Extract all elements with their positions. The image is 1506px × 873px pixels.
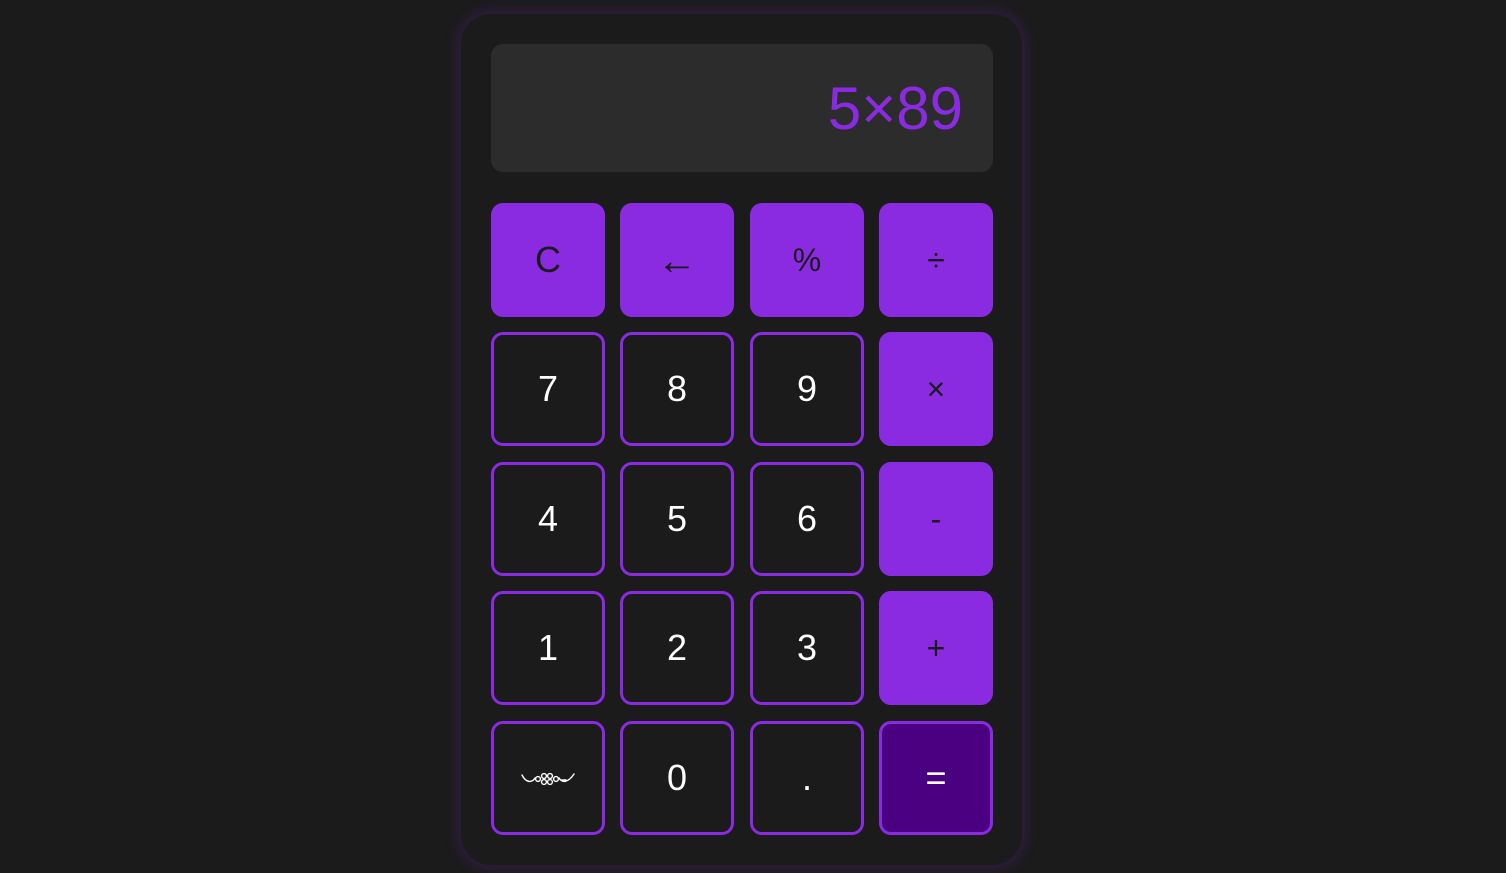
backspace-button[interactable]: ← bbox=[620, 203, 734, 317]
decimal-button[interactable]: . bbox=[750, 721, 864, 835]
digit-4-button[interactable]: 4 bbox=[491, 462, 605, 576]
percent-button[interactable]: % bbox=[750, 203, 864, 317]
backspace-arrow-icon: ← bbox=[657, 239, 697, 283]
digit-1-button[interactable]: 1 bbox=[491, 591, 605, 705]
multiply-button[interactable]: × bbox=[879, 332, 993, 446]
digit-6-button[interactable]: 6 bbox=[750, 462, 864, 576]
digit-2-button[interactable]: 2 bbox=[620, 591, 734, 705]
calculator-panel: 5×89 C ← % ÷ 7 8 9 × 4 5 6 - 1 2 3 + 0 .… bbox=[461, 14, 1022, 865]
digit-9-button[interactable]: 9 bbox=[750, 332, 864, 446]
subtract-button[interactable]: - bbox=[879, 462, 993, 576]
digit-0-button[interactable]: 0 bbox=[620, 721, 734, 835]
digit-7-button[interactable]: 7 bbox=[491, 332, 605, 446]
ornament-flourish-icon bbox=[521, 772, 575, 786]
ornament-button[interactable] bbox=[491, 721, 605, 835]
digit-3-button[interactable]: 3 bbox=[750, 591, 864, 705]
display-expression: 5×89 bbox=[827, 75, 963, 142]
digit-8-button[interactable]: 8 bbox=[620, 332, 734, 446]
divide-button[interactable]: ÷ bbox=[879, 203, 993, 317]
calculator-display: 5×89 bbox=[491, 44, 993, 172]
equals-button[interactable]: = bbox=[879, 721, 993, 835]
clear-button[interactable]: C bbox=[491, 203, 605, 317]
digit-5-button[interactable]: 5 bbox=[620, 462, 734, 576]
add-button[interactable]: + bbox=[879, 591, 993, 705]
